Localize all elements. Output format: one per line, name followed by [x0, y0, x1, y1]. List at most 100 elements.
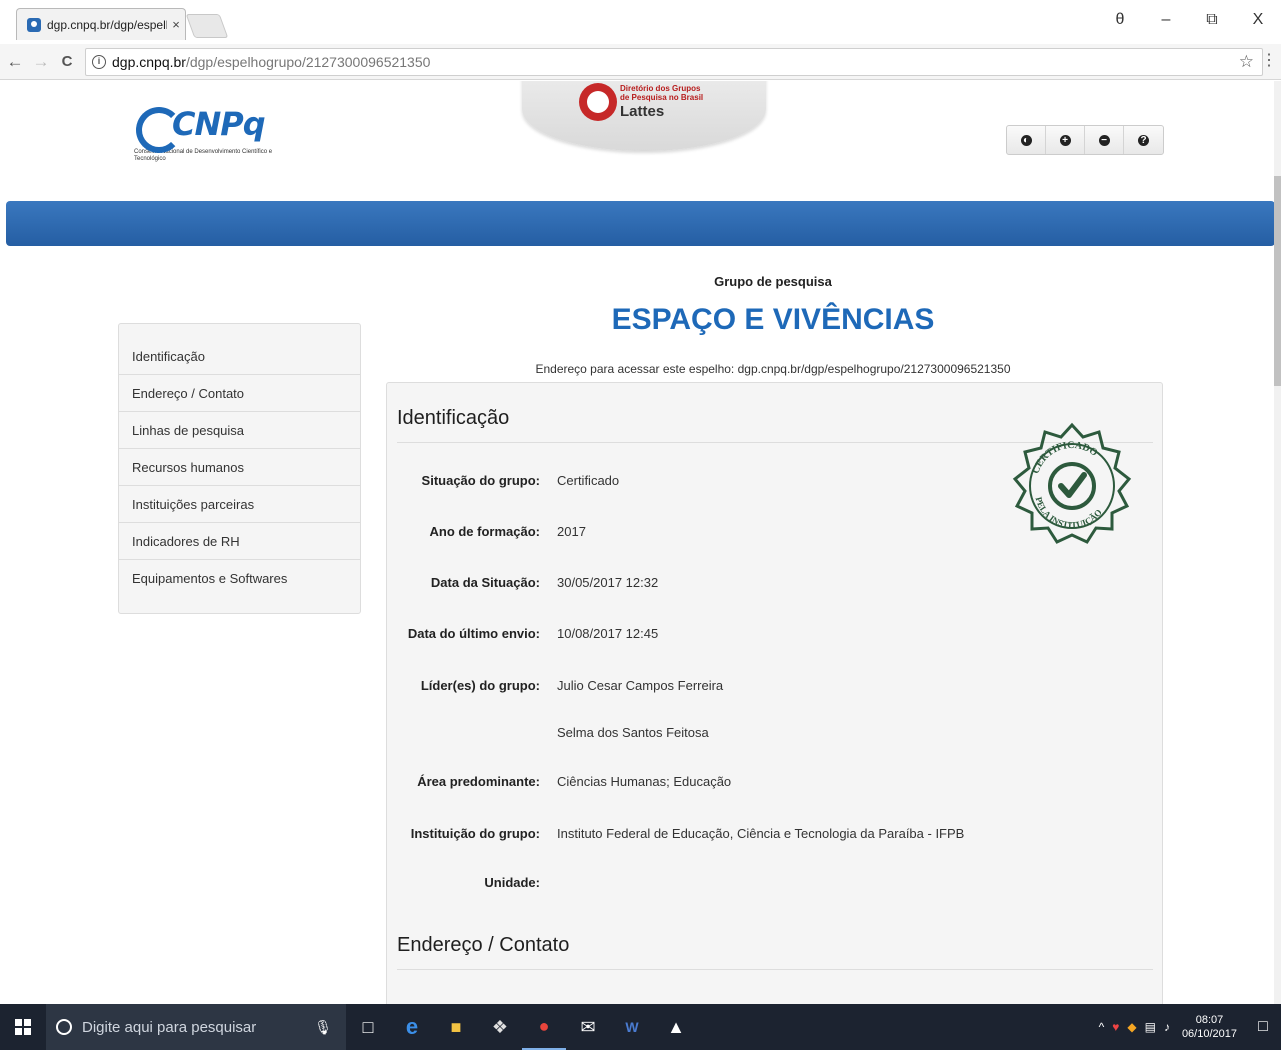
browser-menu-icon[interactable]: ⋮	[1261, 50, 1277, 70]
file-explorer-icon[interactable]: ■	[434, 1004, 478, 1050]
cnpq-name: CNPq	[172, 105, 266, 143]
field-label-unidade: Unidade:	[484, 875, 540, 890]
lattes-small-line-2: de Pesquisa no Brasil	[620, 93, 704, 102]
reload-button[interactable]: C	[56, 53, 78, 70]
cnpq-mark-icon	[134, 105, 182, 153]
restore-button[interactable]: ⧉	[1189, 11, 1235, 29]
volume-icon[interactable]: ♪	[1164, 1020, 1170, 1034]
field-label-lideres: Líder(es) do grupo:	[420, 678, 540, 693]
window-controls: θ – ⧉ X	[1097, 0, 1281, 40]
sidebar-item-instituicoes[interactable]: Instituições parceiras	[119, 486, 360, 523]
browser-tab[interactable]: dgp.cnpq.br/dgp/espelhc ×	[16, 8, 186, 40]
chevron-up-icon[interactable]: ^	[1099, 1020, 1105, 1034]
font-increase-button[interactable]: +	[1046, 126, 1085, 154]
browser-tab-bar: dgp.cnpq.br/dgp/espelhc × θ – ⧉ X	[0, 0, 1281, 40]
sidebar-item-identificacao[interactable]: Identificação	[119, 338, 360, 375]
url-path: /dgp/espelhogrupo/2127300096521350	[185, 54, 431, 70]
field-value-situacao: Certificado	[557, 473, 620, 488]
url-input[interactable]: i dgp.cnpq.br/dgp/espelhogrupo/212730009…	[85, 48, 1263, 76]
sidebar-item-linhas[interactable]: Linhas de pesquisa	[119, 412, 360, 449]
task-view-icon[interactable]: □	[346, 1004, 390, 1050]
minus-icon: −	[1098, 134, 1110, 146]
page-scrollbar[interactable]	[1274, 81, 1281, 1004]
field-label-situacao: Situação do grupo:	[421, 473, 540, 488]
search-placeholder: Digite aqui para pesquisar	[82, 1018, 257, 1036]
cnpq-logo[interactable]: CNPq Conselho Nacional de Desenvolviment…	[134, 105, 274, 163]
tab-title: dgp.cnpq.br/dgp/espelhc	[47, 17, 167, 32]
field-label-ultimo-envio: Data do último envio:	[407, 626, 540, 641]
account-icon[interactable]: θ	[1097, 11, 1143, 29]
field-value-instituicao: Instituto Federal de Educação, Ciência e…	[557, 826, 965, 841]
contrast-button[interactable]: ◐	[1007, 126, 1046, 154]
windows-logo-icon	[15, 1019, 31, 1035]
help-icon: ?	[1138, 134, 1149, 146]
info-icon[interactable]: i	[92, 55, 106, 69]
field-value-data-situacao: 30/05/2017 12:32	[557, 575, 659, 590]
contrast-icon: ◐	[1020, 134, 1032, 146]
edge-icon[interactable]: e	[390, 1004, 434, 1050]
minimize-button[interactable]: –	[1143, 11, 1189, 29]
microphone-icon[interactable]: 🎙	[314, 1019, 332, 1036]
clock-time: 08:07	[1195, 1014, 1224, 1026]
group-label: Grupo de pesquisa	[714, 274, 832, 289]
system-tray: ^ ♥ ◆ ▤ ♪ 08:07 06/10/2017 □	[1095, 1004, 1281, 1050]
sidebar-item-equipamentos[interactable]: Equipamentos e Softwares	[119, 560, 360, 597]
sidebar-item-indicadores[interactable]: Indicadores de RH	[119, 523, 360, 560]
favicon-icon	[27, 17, 41, 32]
paint-icon[interactable]: ❖	[478, 1004, 522, 1050]
page: CNPq Conselho Nacional de Desenvolviment…	[0, 81, 1281, 1004]
section-divider	[397, 969, 1153, 970]
lattes-title: Lattes	[620, 103, 665, 120]
field-value-ultimo-envio: 10/08/2017 12:45	[557, 626, 659, 641]
start-button[interactable]	[0, 1004, 46, 1050]
mail-icon[interactable]: ✉	[566, 1004, 610, 1050]
back-button[interactable]: ←	[4, 52, 26, 72]
clock-date: 06/10/2017	[1181, 1028, 1237, 1040]
antivirus-icon[interactable]: ♥	[1112, 1020, 1119, 1034]
certified-seal-icon: CERTIFICADO PELA INSTITUIÇÃO	[1012, 422, 1132, 544]
field-label-ano: Ano de formação:	[429, 524, 540, 539]
network-icon[interactable]: ▤	[1145, 1020, 1156, 1034]
field-label-data-situacao: Data da Situação:	[430, 575, 540, 590]
field-value-area: Ciências Humanas; Educação	[557, 774, 732, 789]
plus-icon: +	[1059, 134, 1071, 146]
scrollbar-thumb[interactable]	[1274, 176, 1281, 386]
field-value-ano: 2017	[557, 524, 586, 539]
cortana-icon	[56, 1019, 72, 1035]
taskbar-search-input[interactable]: Digite aqui para pesquisar 🎙	[46, 1004, 346, 1050]
accessibility-toolbar: ◐ + − ?	[1006, 125, 1164, 155]
tab-close-icon[interactable]: ×	[167, 17, 185, 32]
navigation-bar	[6, 201, 1275, 246]
sidebar-item-endereco[interactable]: Endereço / Contato	[119, 375, 360, 412]
field-label-instituicao: Instituição do grupo:	[410, 826, 540, 841]
address-bar: ← → C i dgp.cnpq.br/dgp/espelhogrupo/212…	[0, 44, 1281, 80]
app-tray-icon[interactable]: ◆	[1127, 1020, 1136, 1034]
lattes-small-text: Diretório dos Grupos de Pesquisa no Bras…	[620, 84, 703, 102]
section-title-identificacao: Identificação	[397, 407, 510, 429]
word-icon[interactable]: W	[610, 1004, 654, 1050]
notification-icon[interactable]: □	[1245, 1004, 1281, 1050]
lattes-banner[interactable]: Diretório dos Grupos de Pesquisa no Bras…	[522, 81, 766, 151]
sidebar-item-recursos[interactable]: Recursos humanos	[119, 449, 360, 486]
photos-icon[interactable]: ▲	[654, 1004, 698, 1050]
sidebar: Identificação Endereço / Contato Linhas …	[118, 323, 361, 614]
taskbar-clock[interactable]: 08:07 06/10/2017	[1182, 1013, 1237, 1041]
field-label-area: Área predominante:	[417, 774, 540, 789]
seal-text-bottom: PELA INSTITUIÇÃO	[1034, 496, 1104, 530]
help-button[interactable]: ?	[1124, 126, 1163, 154]
lattes-small-line-1: Diretório dos Grupos	[620, 84, 701, 93]
bookmark-star-icon[interactable]: ☆	[1239, 52, 1254, 72]
taskbar: Digite aqui para pesquisar 🎙 □ e ■ ❖ ● ✉…	[0, 1004, 1281, 1050]
font-decrease-button[interactable]: −	[1085, 126, 1124, 154]
field-value-lider-1: Julio Cesar Campos Ferreira	[557, 678, 724, 693]
chrome-icon[interactable]: ●	[522, 1004, 566, 1050]
field-value-lider-2: Selma dos Santos Feitosa	[557, 725, 709, 740]
svg-text:PELA INSTITUIÇÃO: PELA INSTITUIÇÃO	[1034, 496, 1104, 530]
content-panel: Identificação CERTIFICADO PELA INSTITUIÇ…	[386, 382, 1163, 1004]
new-tab-button[interactable]	[185, 14, 229, 38]
lattes-logo-icon	[579, 83, 617, 121]
section-title-endereco: Endereço / Contato	[397, 934, 570, 956]
url-host: dgp.cnpq.br	[112, 54, 186, 70]
forward-button[interactable]: →	[30, 52, 52, 72]
close-window-button[interactable]: X	[1235, 11, 1281, 29]
